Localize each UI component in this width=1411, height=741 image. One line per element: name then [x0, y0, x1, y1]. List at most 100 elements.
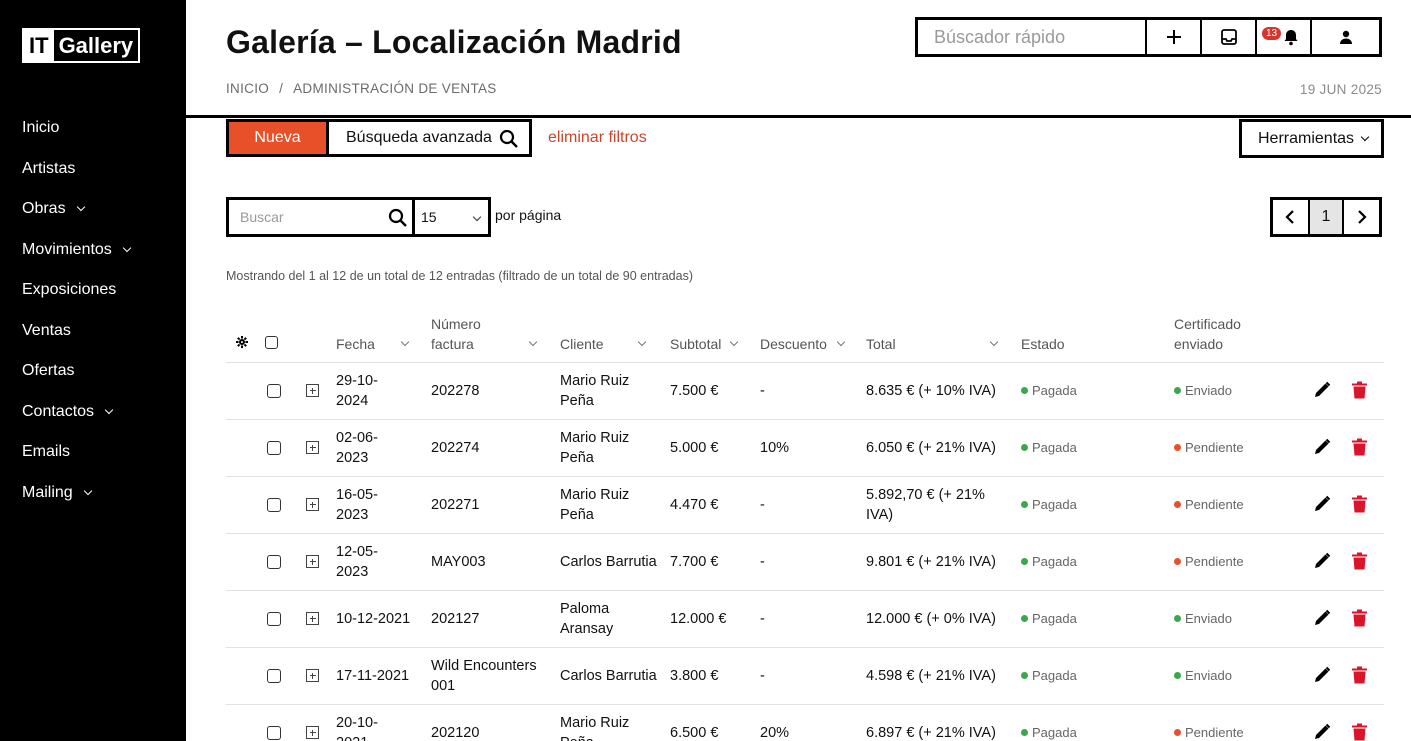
per-page-select[interactable]: 15 [413, 197, 491, 237]
cell-total-line: 8.635 € (+ 10% IVA) [866, 383, 996, 399]
cell-cliente-line: Carlos Barrutia [560, 554, 657, 570]
plus-square-icon[interactable] [306, 384, 319, 397]
new-sale-button[interactable]: Nueva [226, 119, 329, 157]
delete-button[interactable] [1352, 381, 1367, 404]
edit-button[interactable] [1313, 609, 1331, 632]
column-total-label: Total [866, 336, 896, 352]
entries-info: Mostrando del 1 al 12 de un total de 12 … [226, 269, 693, 283]
sidebar-item-artistas[interactable]: Artistas [22, 149, 130, 190]
status-estado-label: Pagada [1032, 725, 1077, 740]
delete-button[interactable] [1352, 609, 1367, 632]
previous-page-button[interactable] [1273, 200, 1308, 234]
column-fecha[interactable]: Fecha [336, 334, 411, 354]
logo[interactable]: IT Gallery [22, 28, 141, 63]
delete-button[interactable] [1352, 723, 1367, 741]
sidebar-item-contactos[interactable]: Contactos [22, 392, 130, 433]
column-descuento[interactable]: Descuento [760, 334, 846, 354]
status-certificado: Enviado [1174, 668, 1232, 683]
cell-descuento: 10% [760, 440, 790, 456]
cell-numero-line: 202271 [431, 497, 480, 513]
advanced-search-button[interactable]: Búsqueda avanzada [327, 119, 532, 157]
next-page-button[interactable] [1344, 200, 1379, 234]
plus-square-icon[interactable] [306, 669, 319, 682]
add-button[interactable] [1147, 20, 1202, 54]
cell-total-line: IVA) [866, 507, 894, 523]
column-estado: Estado [1021, 336, 1065, 352]
current-page-button[interactable]: 1 [1307, 200, 1345, 234]
trash-icon [1352, 381, 1367, 399]
column-subtotal[interactable]: Subtotal [670, 334, 740, 354]
cell-total-line: 6.050 € (+ 21% IVA) [866, 440, 996, 456]
search-icon [499, 129, 518, 148]
quick-search-input[interactable]: Búscador rápido [918, 20, 1147, 54]
cell-fecha: 12-05- 2023 [336, 542, 426, 582]
delete-button[interactable] [1352, 666, 1367, 689]
inbox-button[interactable] [1202, 20, 1257, 54]
edit-button[interactable] [1313, 438, 1331, 461]
clear-filters-link[interactable]: eliminar filtros [548, 129, 647, 147]
sidebar-item-label: Exposiciones [22, 281, 117, 299]
row-checkbox[interactable] [267, 498, 281, 512]
plus-square-icon[interactable] [306, 612, 319, 625]
edit-button[interactable] [1313, 495, 1331, 518]
row-checkbox[interactable] [267, 612, 281, 626]
sidebar-item-ofertas[interactable]: Ofertas [22, 351, 130, 392]
edit-button[interactable] [1313, 381, 1331, 404]
sidebar: IT Gallery Inicio Artistas Obras Movimiento… [0, 0, 186, 741]
status-estado: Pagada [1021, 611, 1077, 626]
column-descuento-label: Descuento [760, 336, 827, 352]
row-checkbox[interactable] [267, 669, 281, 683]
column-fecha-label: Fecha [336, 336, 375, 352]
plus-icon [1166, 30, 1181, 44]
row-checkbox[interactable] [267, 441, 281, 455]
cell-fecha: 29-10- 2024 [336, 371, 426, 411]
cell-numero-line: 202274 [431, 440, 480, 456]
column-total[interactable]: Total [866, 334, 1000, 354]
row-checkbox[interactable] [267, 726, 281, 740]
delete-button[interactable] [1352, 495, 1367, 518]
plus-square-icon[interactable] [306, 726, 319, 739]
cell-subtotal: 7.500 € [670, 383, 719, 399]
notifications-button[interactable]: 13 [1257, 20, 1312, 54]
tools-dropdown[interactable]: Herramientas [1239, 119, 1384, 158]
cell-fecha-line: 2024 [336, 393, 369, 409]
sidebar-item-emails[interactable]: Emails [22, 432, 130, 473]
plus-square-icon[interactable] [306, 555, 319, 568]
table-search-input[interactable]: Buscar [226, 197, 415, 237]
cell-fecha-line: 2023 [336, 450, 369, 466]
status-dot [1021, 501, 1028, 508]
delete-button[interactable] [1352, 438, 1367, 461]
edit-button[interactable] [1313, 552, 1331, 575]
status-certificado-label: Pendiente [1185, 554, 1244, 569]
user-button[interactable] [1312, 20, 1379, 54]
chevron-right-icon [1357, 210, 1367, 224]
sidebar-item-ventas[interactable]: Ventas [22, 311, 130, 352]
select-all-checkbox[interactable] [265, 336, 278, 349]
row-checkbox[interactable] [267, 555, 281, 569]
sidebar-item-obras[interactable]: Obras [22, 189, 130, 230]
status-dot [1174, 672, 1181, 679]
breadcrumb-home[interactable]: INICIO [226, 81, 269, 96]
table-row: 17-11-2021 Wild Encounters 001 Carlos Barru… [226, 648, 1384, 705]
delete-button[interactable] [1352, 552, 1367, 575]
edit-button[interactable] [1313, 723, 1331, 741]
edit-button[interactable] [1313, 666, 1331, 689]
sidebar-item-exposiciones[interactable]: Exposiciones [22, 270, 130, 311]
user-icon [1339, 30, 1352, 44]
status-dot [1021, 672, 1028, 679]
row-checkbox[interactable] [267, 384, 281, 398]
column-numero-factura[interactable]: Número factura [431, 314, 539, 354]
sidebar-item-mailing[interactable]: Mailing [22, 473, 130, 514]
cell-descuento: - [760, 611, 765, 627]
plus-square-icon[interactable] [306, 498, 319, 511]
trash-icon [1352, 609, 1367, 627]
status-estado: Pagada [1021, 668, 1077, 683]
column-cliente[interactable]: Cliente [560, 334, 648, 354]
plus-square-icon[interactable] [306, 441, 319, 454]
gear-icon[interactable] [236, 336, 248, 348]
cell-subtotal: 5.000 € [670, 440, 719, 456]
status-dot [1174, 615, 1181, 622]
sidebar-item-movimientos[interactable]: Movimientos [22, 230, 132, 271]
cell-descuento: - [760, 383, 765, 399]
sidebar-item-inicio[interactable]: Inicio [22, 108, 130, 149]
